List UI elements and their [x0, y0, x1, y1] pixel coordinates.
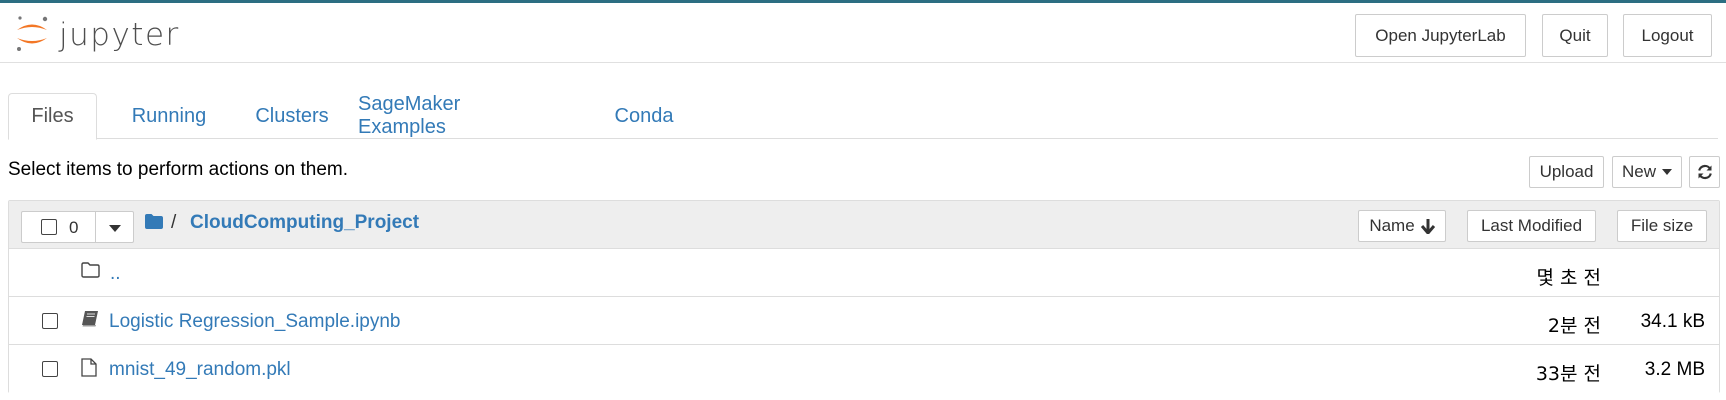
select-dropdown-icon[interactable]: [109, 225, 121, 232]
breadcrumb-separator: /: [171, 212, 177, 233]
sort-by-last-modified-button[interactable]: Last Modified: [1467, 210, 1596, 242]
last-modified: 몇 초 전: [1536, 267, 1601, 289]
caret-down-icon: [1662, 169, 1672, 175]
tab-files[interactable]: Files: [8, 93, 97, 140]
sort-name-label: Name: [1369, 216, 1415, 235]
select-all-checkbox[interactable]: [41, 219, 57, 235]
file-size: 34.1 kB: [1640, 311, 1705, 332]
folder-icon[interactable]: [145, 214, 163, 229]
file-size: 3.2 MB: [1644, 359, 1705, 380]
header: jupyter Open JupyterLab Quit Logout: [0, 3, 1726, 63]
file-link[interactable]: Logistic Regression_Sample.ipynb: [109, 311, 401, 333]
refresh-icon: [1697, 164, 1712, 180]
sort-by-file-size-button[interactable]: File size: [1617, 210, 1707, 242]
list-item[interactable]: .. 몇 초 전: [9, 250, 1719, 297]
refresh-button[interactable]: [1689, 156, 1720, 188]
tab-sagemaker-examples[interactable]: SageMaker Examples: [358, 93, 548, 139]
upload-button[interactable]: Upload: [1529, 156, 1604, 188]
logout-button[interactable]: Logout: [1623, 14, 1712, 57]
sort-by-name-button[interactable]: Name: [1358, 210, 1446, 242]
open-jupyterlab-button[interactable]: Open JupyterLab: [1355, 14, 1526, 57]
file-list-header: 0 / CloudComputing_Project Name Last Mod…: [9, 201, 1719, 249]
list-item[interactable]: Logistic Regression_Sample.ipynb 2분 전 34…: [9, 298, 1719, 345]
notebook-icon: [82, 311, 98, 327]
jupyter-logo[interactable]: jupyter: [14, 13, 184, 55]
jupyter-logo-icon: [17, 16, 48, 51]
folder-outline-icon: [81, 262, 100, 278]
selected-count: 0: [69, 218, 79, 237]
item-checkbox[interactable]: [42, 313, 58, 329]
last-modified: 2분 전: [1547, 315, 1601, 337]
selection-hint: Select items to perform actions on them.: [8, 159, 349, 180]
select-all-control[interactable]: 0: [21, 211, 134, 243]
new-dropdown-button[interactable]: New: [1612, 156, 1682, 188]
select-divider: [95, 211, 96, 243]
list-item[interactable]: mnist_49_random.pkl 33분 전 3.2 MB: [9, 346, 1719, 393]
arrow-down-icon: [1420, 218, 1435, 234]
item-checkbox[interactable]: [42, 361, 58, 377]
breadcrumb-current-folder[interactable]: CloudComputing_Project: [190, 212, 419, 234]
last-modified: 33분 전: [1535, 363, 1601, 385]
brand-name: jupyter: [59, 17, 180, 53]
tab-running[interactable]: Running: [111, 93, 227, 139]
tab-bar: Files Running Clusters SageMaker Example…: [8, 93, 1718, 140]
parent-directory-link[interactable]: ..: [110, 263, 121, 285]
file-list: 0 / CloudComputing_Project Name Last Mod…: [8, 200, 1720, 393]
new-button-label: New: [1621, 162, 1656, 181]
quit-button[interactable]: Quit: [1542, 14, 1608, 57]
tab-clusters[interactable]: Clusters: [240, 93, 344, 139]
file-icon: [81, 358, 97, 377]
file-link[interactable]: mnist_49_random.pkl: [109, 359, 291, 381]
tab-conda[interactable]: Conda: [603, 93, 685, 139]
